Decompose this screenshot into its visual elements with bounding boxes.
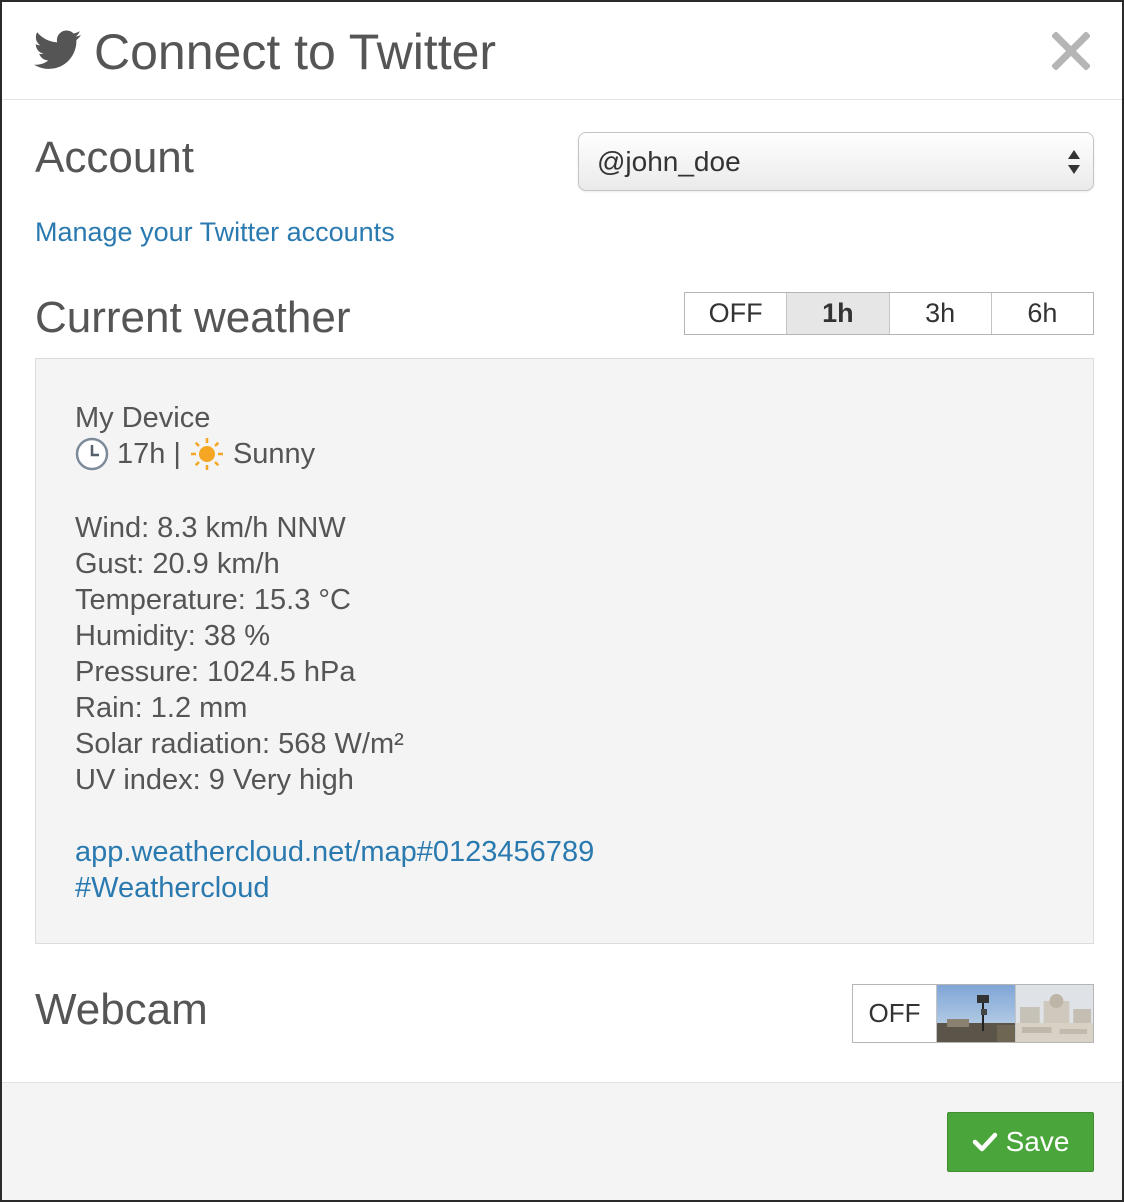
preview-rain: Rain: 1.2 mm [75,692,248,724]
sun-icon [190,438,223,470]
clock-icon [75,437,109,471]
preview-pressure: Pressure: 1024.5 hPa [75,656,356,688]
webcam-section-title: Webcam [35,985,208,1034]
checkmark-icon [972,1132,997,1152]
preview-wind: Wind: 8.3 km/h NNW [75,512,346,544]
preview-condition: Sunny [232,438,316,470]
weather-interval-selector: OFF 1h 3h 6h [684,292,1094,335]
preview-map-link[interactable]: app.weathercloud.net/map#0123456789 [75,834,594,870]
webcam-off-option[interactable]: OFF [853,985,937,1042]
account-section-title: Account [35,133,194,182]
preview-solar-radiation: Solar radiation: 568 W/m² [75,728,404,760]
webcam-thumbnail-station[interactable] [937,985,1015,1042]
modal-title: Connect to Twitter [94,24,497,80]
select-arrows-icon [1068,150,1080,174]
account-select[interactable]: @john_doe [578,132,1094,191]
preview-device-name: My Device [75,402,211,434]
save-button-label: Save [1005,1126,1070,1157]
manage-accounts-link[interactable]: Manage your Twitter accounts [35,216,395,248]
interval-off-option[interactable]: OFF [685,293,788,334]
modal-footer: Save [2,1082,1122,1200]
weather-section-title: Current weather [35,293,351,342]
interval-3h-option[interactable]: 3h [889,293,992,334]
preview-hashtag[interactable]: #Weathercloud [75,870,270,906]
preview-uv-index: UV index: 9 Very high [75,764,354,796]
preview-humidity: Humidity: 38 % [75,620,271,652]
preview-gust: Gust: 20.9 km/h [75,548,280,580]
modal-header: Connect to Twitter [2,2,1122,100]
account-select-value: @john_doe [597,146,741,177]
tweet-preview: My Device 17h | Sunny Wind: 8.3 km/h NNW… [35,358,1094,944]
save-button[interactable]: Save [947,1112,1094,1172]
webcam-thumbnail-city[interactable] [1015,985,1093,1042]
interval-6h-option[interactable]: 6h [991,293,1093,334]
preview-separator: | [173,438,181,470]
preview-temperature: Temperature: 15.3 °C [75,584,351,616]
twitter-connect-modal: Connect to Twitter Account @john_doe Man… [0,0,1124,1202]
interval-1h-option[interactable]: 1h [787,293,890,334]
close-icon[interactable] [1052,32,1090,70]
twitter-bird-icon [34,30,81,69]
webcam-selector: OFF [852,984,1094,1043]
preview-time-condition: 17h | Sunny [75,436,315,472]
preview-time: 17h [117,438,166,470]
